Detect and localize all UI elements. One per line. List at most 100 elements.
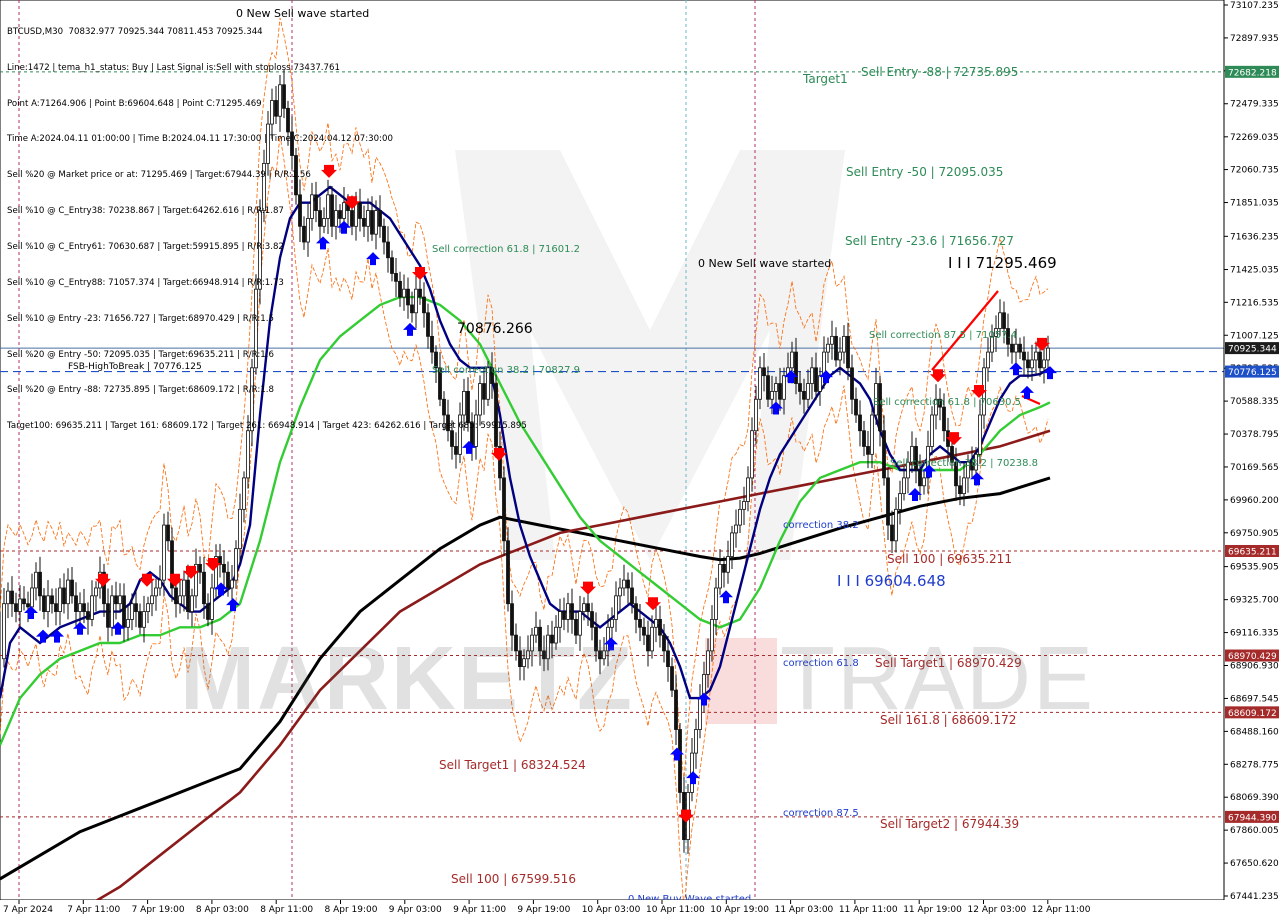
y-tick-label: 71425.035	[1230, 266, 1279, 276]
x-tick-label: 11 Apr 03:00	[775, 905, 834, 915]
candle-body	[1042, 359, 1046, 369]
candle-body	[626, 579, 630, 589]
candle-body	[178, 595, 182, 605]
candle-body	[898, 493, 902, 510]
candle-body	[782, 375, 786, 400]
candle-body	[26, 603, 30, 608]
candle-body	[210, 587, 214, 620]
y-tick-label: 72897.935	[1230, 34, 1279, 44]
buy-arrow-icon	[50, 629, 64, 643]
candle-body	[610, 619, 614, 628]
candle-body	[998, 312, 1002, 329]
y-tick-label: 70169.565	[1230, 463, 1279, 473]
candle-body	[846, 335, 850, 369]
y-tick-label: 71007.125	[1230, 331, 1279, 341]
candle-body	[66, 579, 70, 605]
x-tick-label: 10 Apr 03:00	[582, 905, 641, 915]
candle-body	[854, 398, 858, 416]
x-tick-label: 8 Apr 03:00	[196, 905, 249, 915]
buy-arrow-icon	[226, 598, 240, 612]
candle-body	[158, 579, 162, 589]
x-tick-label: 10 Apr 19:00	[710, 905, 769, 915]
candle-body	[166, 524, 170, 542]
y-tick-label: 69535.905	[1230, 563, 1279, 573]
y-tick-label: 68697.545	[1230, 694, 1279, 704]
candle-body	[718, 563, 722, 589]
y-tick-label: 68069.390	[1230, 793, 1279, 803]
info-line: Sell %10 @ C_Entry38: 70238.867 | Target…	[7, 206, 284, 217]
candle-body	[962, 477, 966, 495]
candle-body	[62, 587, 66, 605]
candle-body	[82, 603, 86, 612]
candle-body	[122, 595, 126, 628]
candle-body	[590, 611, 594, 628]
y-tick-label: 73107.235	[1230, 1, 1279, 11]
y-tick-label: 71636.235	[1230, 232, 1279, 242]
candle-body	[54, 603, 58, 612]
candle-body	[222, 563, 226, 573]
candle-body	[730, 532, 734, 557]
chart-annotation: Sell Entry -50 | 72095.035	[846, 165, 1003, 179]
info-line: Target100: 69635.211 | Target 161: 68609…	[7, 421, 527, 432]
candle-body	[562, 611, 566, 620]
candle-body	[674, 689, 678, 730]
info-line: Line:1472 | tema_h1_status: Buy | Last S…	[7, 62, 340, 73]
y-tick-label: 67441.235	[1230, 892, 1279, 902]
info-line: Sell %10 @ C_Entry61: 70630.687 | Target…	[7, 241, 284, 252]
candle-body	[758, 367, 762, 400]
candle-body	[78, 603, 82, 612]
candle-body	[930, 414, 934, 447]
sell-arrow-icon	[95, 573, 111, 587]
x-tick-label: 11 Apr 19:00	[903, 905, 962, 915]
candle-body	[126, 619, 130, 628]
candle-body	[1010, 343, 1014, 353]
candle-body	[70, 579, 74, 597]
y-tick-label: 72269.035	[1230, 133, 1279, 143]
info-line: Sell %10 @ C_Entry88: 71057.374 | Target…	[7, 277, 284, 288]
candle-body	[502, 477, 506, 542]
candle-body	[1038, 351, 1042, 369]
candle-body	[242, 477, 246, 510]
candle-body	[1046, 347, 1050, 361]
candle-body	[198, 563, 202, 573]
candle-body	[858, 414, 862, 432]
candle-body	[646, 634, 650, 652]
buy-arrow-icon	[1009, 362, 1023, 376]
candle-body	[882, 430, 886, 479]
y-tick-label: 69750.905	[1230, 529, 1279, 539]
candle-body	[94, 587, 98, 597]
watermark-red-block	[705, 638, 777, 724]
candle-body	[1022, 351, 1026, 361]
candle-body	[706, 650, 710, 675]
candle-body	[1002, 312, 1006, 329]
candle-body	[826, 343, 830, 353]
chart-annotation: Sell 100 | 69635.211	[887, 552, 1012, 566]
candle-body	[850, 367, 854, 400]
candle-body	[986, 351, 990, 369]
candle-body	[614, 595, 618, 620]
candle-body	[798, 383, 802, 392]
chart-annotation: I I I 69604.648	[837, 572, 946, 590]
chart-annotation: I I I 71295.469	[948, 254, 1057, 272]
candle-body	[190, 595, 194, 612]
candle-body	[38, 571, 42, 597]
candle-body	[90, 595, 94, 620]
y-tick-label: 72479.335	[1230, 100, 1279, 110]
candle-body	[1026, 359, 1030, 369]
candle-body	[790, 351, 794, 369]
candle-body	[750, 430, 754, 479]
y-tick-label: 68278.775	[1230, 760, 1279, 770]
candle-body	[586, 603, 590, 612]
candle-body	[118, 595, 122, 605]
candle-body	[226, 571, 230, 589]
y-tick-label: 71216.535	[1230, 298, 1279, 308]
info-line: Sell %10 @ Entry -23: 71656.727 | Target…	[7, 313, 274, 324]
candle-body	[830, 335, 834, 345]
candle-body	[678, 729, 682, 793]
candle-body	[774, 383, 778, 392]
price-tag-label: 70776.125	[1228, 368, 1277, 378]
x-tick-label: 8 Apr 11:00	[260, 905, 313, 915]
candle-body	[754, 398, 758, 432]
chart-annotation: correction 87.5	[783, 808, 859, 819]
x-tick-label: 12 Apr 11:00	[1032, 905, 1091, 915]
